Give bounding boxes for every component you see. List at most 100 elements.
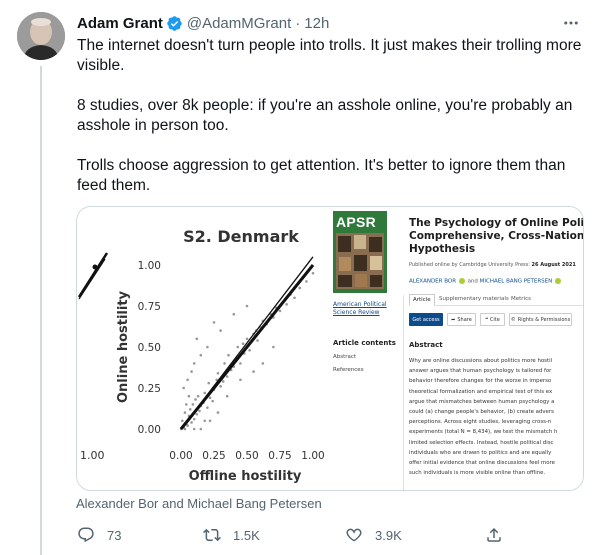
y-tick-label: 1.00 xyxy=(138,260,161,272)
scatter-point xyxy=(192,427,196,431)
retweet-icon xyxy=(203,528,221,542)
avatar[interactable] xyxy=(17,12,65,60)
scatter-point xyxy=(285,303,288,306)
article-page: APSR American Political Science Review A… xyxy=(333,207,584,490)
cite-button[interactable]: ❝ Cite xyxy=(480,313,505,326)
scatter-point xyxy=(232,312,236,316)
retweet-count: 1.5K xyxy=(233,527,260,543)
abstract-line: could (a) change people's behavior, (b) … xyxy=(409,409,554,416)
y-tick-label: 0.75 xyxy=(138,301,161,313)
scatter-point xyxy=(219,385,222,388)
published-date: 26 August 2021 xyxy=(531,262,576,268)
article-title: The Psychology of Online Politica Compre… xyxy=(409,217,584,256)
like-button[interactable]: 3.9K xyxy=(345,525,402,545)
get-access-button[interactable]: Get access xyxy=(409,313,443,326)
share-button[interactable]: ➦ Share xyxy=(447,313,476,326)
tab-metrics[interactable]: Metrics xyxy=(511,296,531,302)
separator-dot: · xyxy=(295,14,301,32)
scatter-point xyxy=(241,342,245,346)
tweet-paragraph: The internet doesn't turn people into tr… xyxy=(77,37,582,74)
scatter-point xyxy=(261,362,265,365)
publication-info: Published online by Cambridge University… xyxy=(409,262,576,268)
scatter-point xyxy=(252,370,255,373)
heart-icon xyxy=(346,528,362,542)
tab-supplementary[interactable]: Supplementary materials xyxy=(439,296,509,302)
author-handle[interactable]: @AdamMGrant xyxy=(187,15,291,32)
more-options-icon[interactable] xyxy=(560,12,582,34)
scatter-point xyxy=(223,362,226,365)
scatter-point xyxy=(206,406,209,409)
scatter-point xyxy=(188,408,192,411)
contents-title: Article contents xyxy=(333,339,396,347)
scatter-point xyxy=(183,427,187,431)
scatter-point xyxy=(256,339,259,342)
x-tick-label: 0.75 xyxy=(268,450,291,462)
sidebar-divider xyxy=(403,295,404,490)
x-tick-label: 0.50 xyxy=(235,450,258,462)
scatter-point xyxy=(203,391,207,395)
scatter-point xyxy=(196,394,200,398)
abstract-line: offer initial evidence that online discu… xyxy=(409,460,555,467)
rights-permissions-button[interactable]: © Rights & Permissions xyxy=(509,313,572,326)
scatter-point xyxy=(190,421,193,424)
scatter-point xyxy=(219,329,222,332)
scatter-point xyxy=(245,337,249,341)
abstract-line: perceptions. Across eight studies, lever… xyxy=(409,419,552,426)
tweet-paragraph: 8 studies, over 8k people: if you're an … xyxy=(77,97,573,134)
retweet-button[interactable]: 1.5K xyxy=(203,525,260,545)
abstract-line: theoretical formalization and empirical … xyxy=(409,388,553,395)
scatter-point xyxy=(225,375,229,378)
journal-link[interactable]: American Political Science Review xyxy=(333,301,403,317)
cover-photo-collage xyxy=(336,233,384,289)
reply-button[interactable]: 73 xyxy=(77,525,121,545)
author-link[interactable]: ALEXANDER BOR xyxy=(409,279,456,285)
share-tweet-button[interactable] xyxy=(485,525,503,545)
contents-item-references[interactable]: References xyxy=(333,367,364,373)
scatter-point xyxy=(208,396,212,400)
scatter-chart: 1.00 S2. Denmark 0.00 0.25 0.50 0.75 1.00 0.00 0… xyxy=(77,207,331,490)
scatter-point xyxy=(183,411,187,414)
y-tick-label: 0.00 xyxy=(138,424,161,436)
abstract-line: Why are online discussions about politic… xyxy=(409,358,553,364)
author-name[interactable]: Adam Grant xyxy=(77,15,163,32)
article-title-line: Comprehensive, Cross-National T xyxy=(409,230,584,242)
scatter-point xyxy=(298,286,302,290)
article-authors: ALEXANDER BOR and MICHAEL BANG PETERSEN xyxy=(409,278,562,285)
timestamp[interactable]: 12h xyxy=(304,15,329,32)
scatter-point xyxy=(182,386,185,390)
tweet-text: The internet doesn't turn people into tr… xyxy=(77,36,582,196)
scatter-point xyxy=(239,362,242,365)
copyright-icon: © xyxy=(510,316,516,323)
scatter-point xyxy=(212,321,216,324)
tab-article[interactable]: Article xyxy=(409,294,435,306)
scatter-point xyxy=(198,409,201,413)
abstract-line: limited selection effects. Instead, host… xyxy=(409,439,554,446)
left-panel-tick-label: 1.00 xyxy=(80,449,105,462)
scatter-point xyxy=(272,345,275,349)
scatter-point xyxy=(186,424,189,428)
orcid-icon[interactable] xyxy=(458,278,465,284)
rights-label: Rights & Permissions xyxy=(517,316,571,323)
author-link[interactable]: MICHAEL BANG PETERSEN xyxy=(480,279,553,285)
abstract-line: argue that mismatches between human psyc… xyxy=(409,398,555,405)
thread-line xyxy=(40,66,42,555)
reply-icon xyxy=(78,527,94,543)
scatter-point xyxy=(311,271,315,275)
author-separator: and xyxy=(467,278,478,285)
orcid-icon[interactable] xyxy=(555,278,562,284)
scatter-point xyxy=(225,394,229,398)
journal-cover: APSR xyxy=(333,211,387,293)
left-panel-point xyxy=(92,264,98,270)
media-caption[interactable]: Alexander Bor and Michael Bang Petersen xyxy=(76,496,322,511)
scatter-point xyxy=(206,345,209,349)
scatter-chart-svg: 1.00 S2. Denmark 0.00 0.25 0.50 0.75 1.00 0.00 0… xyxy=(77,227,325,484)
article-buttons: Get access ➦ Share ❝ Cite © Rights & Per… xyxy=(409,313,583,327)
y-axis-label: Online hostility xyxy=(116,290,131,403)
x-tick-label: 0.25 xyxy=(202,450,225,462)
contents-item-abstract[interactable]: Abstract xyxy=(333,354,356,360)
article-title-line: The Psychology of Online Politica xyxy=(409,217,584,229)
scatter-point xyxy=(293,296,296,300)
scatter-point xyxy=(199,353,203,357)
tweet-media-image[interactable]: 1.00 S2. Denmark 0.00 0.25 0.50 0.75 1.00 0.00 0… xyxy=(76,206,584,491)
abstract-line: experiments (total N = 8,434), we test t… xyxy=(409,429,558,436)
